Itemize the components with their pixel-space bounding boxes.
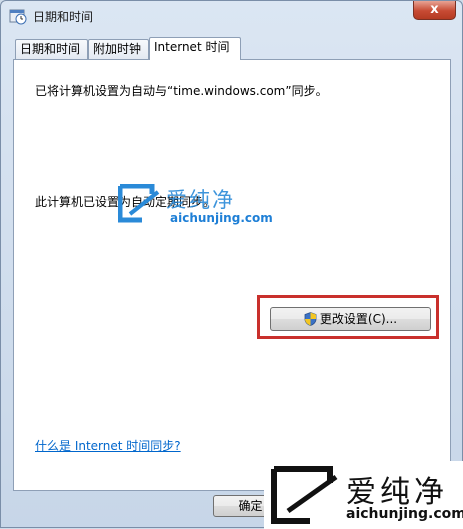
close-icon: x — [430, 2, 439, 17]
clock-app-icon — [9, 7, 27, 25]
window-title: 日期和时间 — [33, 10, 94, 24]
watermark-corner: 爱纯净 aichunjing.com — [264, 461, 463, 529]
watermark-corner-en-text: aichunjing.com — [346, 506, 463, 522]
title-bar[interactable]: 日期和时间 x — [1, 1, 462, 31]
watermark-center: 爱纯净 aichunjing.com — [117, 183, 273, 228]
close-button[interactable]: x — [413, 1, 456, 20]
help-link[interactable]: 什么是 Internet 时间同步? — [35, 437, 181, 454]
watermark-cn-text: 爱纯净 — [166, 188, 235, 212]
change-settings-label: 更改设置(C)... — [319, 312, 398, 326]
internet-time-panel: 已将计算机设置为自动与“time.windows.com”同步。 此计算机已设置… — [13, 59, 451, 491]
sync-status-text: 已将计算机设置为自动与“time.windows.com”同步。 — [35, 84, 328, 98]
change-settings-button[interactable]: 更改设置(C)... — [270, 307, 431, 331]
watermark-en-text: aichunjing.com — [170, 211, 273, 225]
watermark-logo-icon — [117, 183, 160, 223]
date-time-dialog: 日期和时间 x 日期和时间 附加时钟 Internet 时间 已将计算机设置为自… — [0, 0, 463, 529]
watermark-corner-cn-text: 爱纯净 — [346, 475, 448, 510]
tab-internet-time[interactable]: Internet 时间 — [149, 37, 241, 60]
watermark-corner-logo-icon — [271, 466, 338, 524]
tab-additional-clocks[interactable]: 附加时钟 — [88, 39, 149, 59]
tab-date-time[interactable]: 日期和时间 — [15, 39, 88, 59]
uac-shield-icon — [304, 311, 317, 326]
